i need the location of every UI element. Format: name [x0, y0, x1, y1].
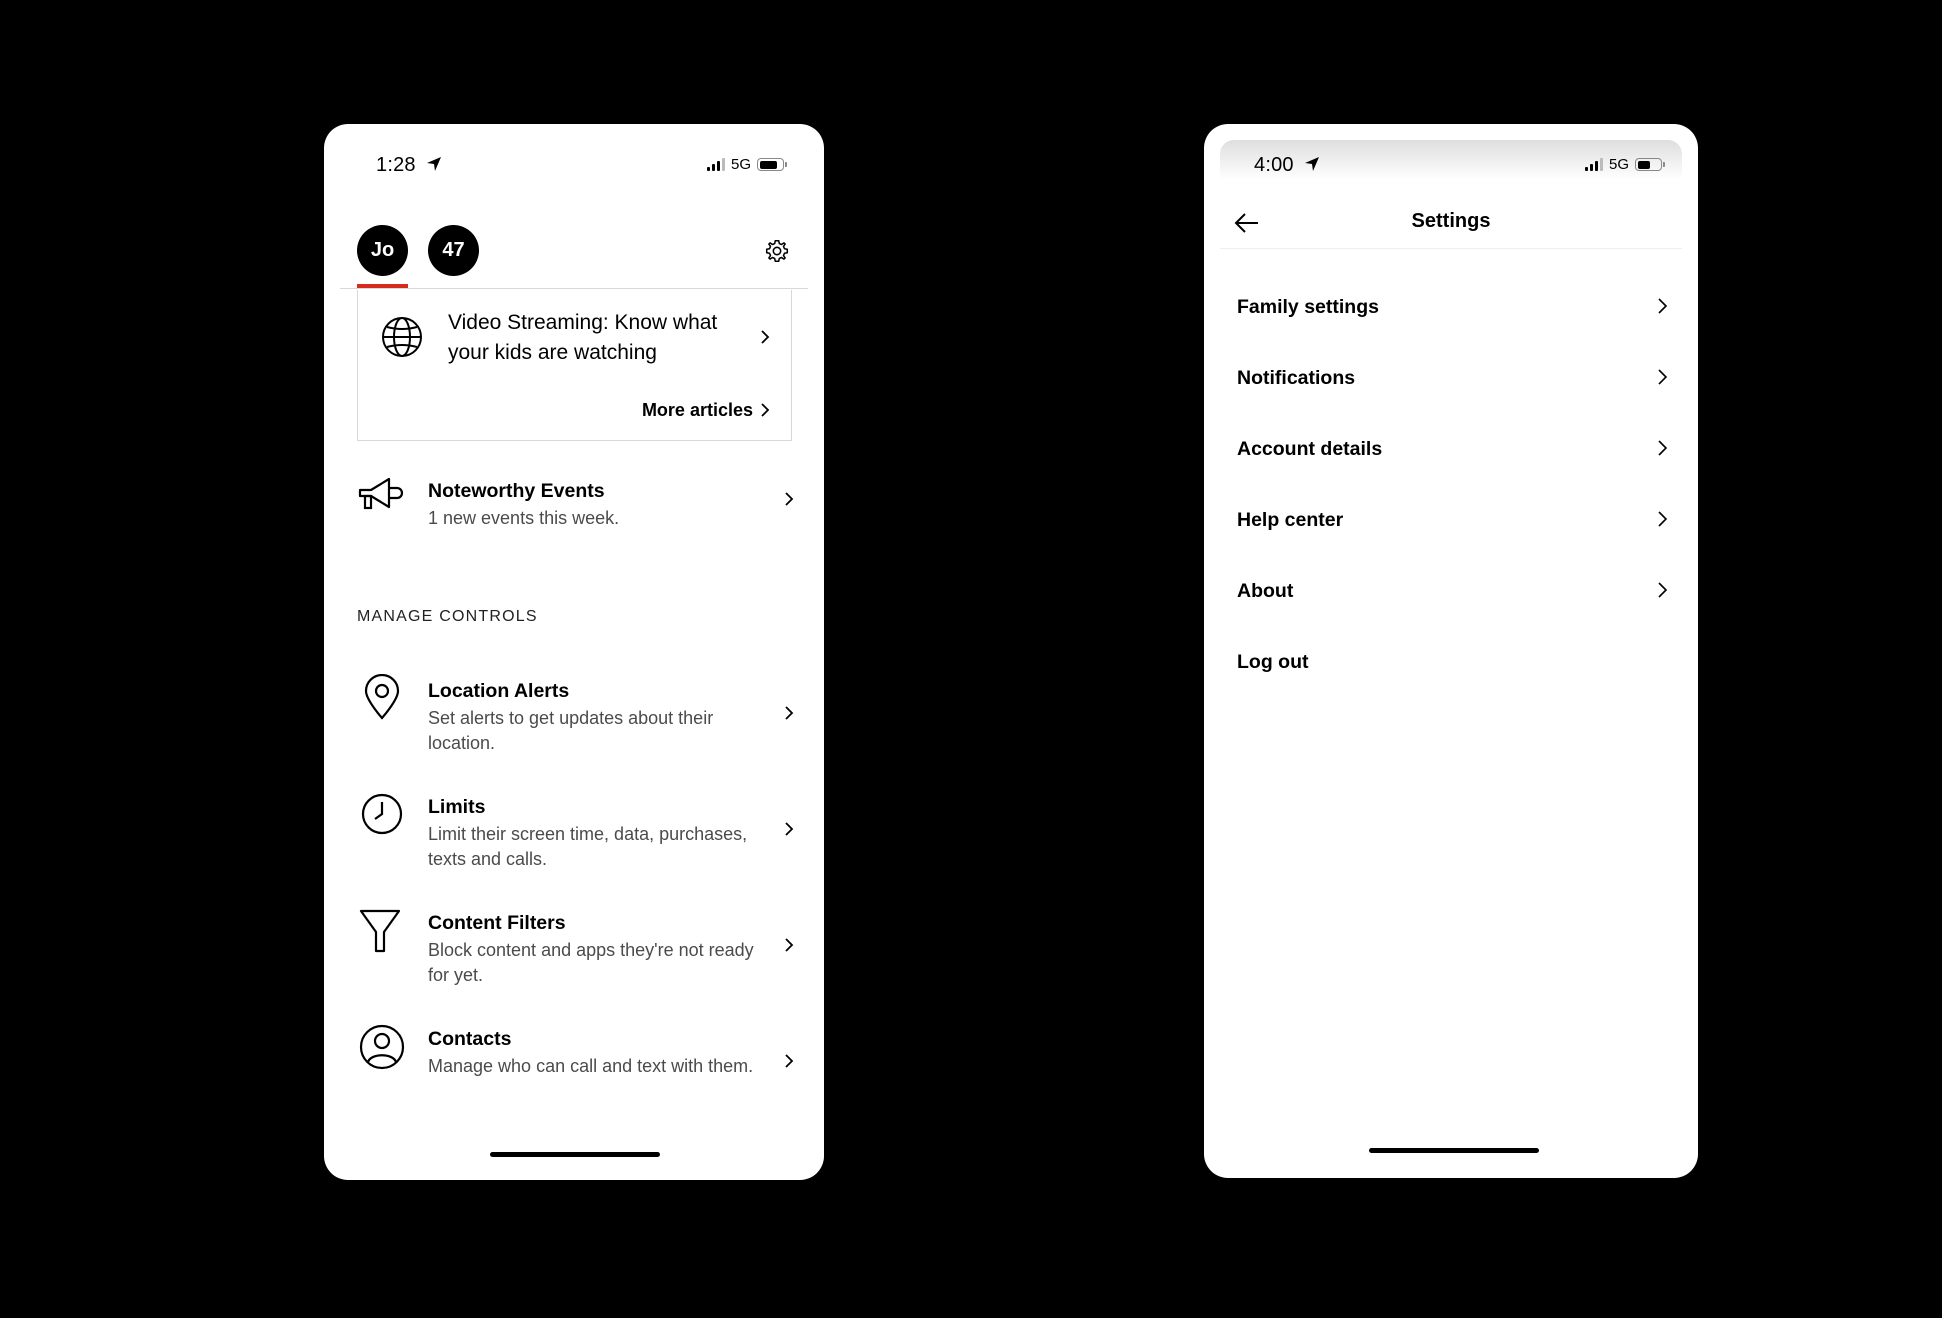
gear-icon[interactable]	[764, 238, 790, 264]
menu-item-family-settings[interactable]: Family settings	[1204, 278, 1698, 338]
profile-tab-jo[interactable]: Jo	[357, 225, 408, 276]
chevron-right-icon	[785, 492, 794, 506]
control-subtitle: Limit their screen time, data, purchases…	[428, 824, 748, 869]
page-title: Settings	[1411, 210, 1491, 232]
control-subtitle: Set alerts to get updates about their lo…	[428, 708, 714, 753]
menu-item-about[interactable]: About	[1204, 562, 1698, 622]
chevron-right-icon	[1658, 440, 1668, 456]
status-bar: 4:00 5G	[1204, 124, 1698, 204]
control-title: Limits	[428, 796, 486, 818]
location-arrow-icon	[1304, 157, 1319, 171]
menu-item-label: About	[1237, 580, 1294, 602]
profile-tab-47[interactable]: 47	[428, 225, 479, 276]
globe-icon	[382, 317, 422, 357]
contact-person-icon	[359, 1024, 405, 1070]
network-type: 5G	[730, 156, 751, 173]
control-subtitle: Block content and apps they're not ready…	[428, 940, 754, 985]
control-subtitle: Manage who can call and text with them.	[428, 1056, 754, 1076]
funnel-icon	[359, 909, 401, 953]
status-indicators: 5G	[706, 156, 787, 173]
profile-tab-label: 47	[442, 239, 465, 261]
status-bar: 1:28 5G	[324, 124, 824, 204]
article-card[interactable]: Video Streaming: Know what your kids are…	[357, 290, 792, 441]
signal-icon	[1584, 158, 1603, 171]
clock-icon	[361, 793, 403, 835]
network-type: 5G	[1608, 156, 1629, 173]
menu-item-label: Log out	[1237, 651, 1309, 673]
profile-tab-label: Jo	[370, 239, 395, 261]
control-title: Location Alerts	[428, 680, 570, 702]
battery-icon	[757, 158, 787, 171]
status-time-text: 4:00	[1254, 154, 1294, 176]
home-indicator[interactable]	[490, 1152, 660, 1157]
menu-item-label: Help center	[1237, 509, 1344, 531]
chevron-right-icon	[1658, 511, 1668, 527]
status-time: 4:00	[1254, 154, 1320, 177]
control-title: Contacts	[428, 1028, 512, 1050]
chevron-right-icon	[1658, 369, 1668, 385]
chevron-right-icon	[761, 403, 770, 417]
location-pin-icon	[364, 674, 400, 720]
signal-icon	[706, 158, 725, 171]
chevron-right-icon	[785, 1054, 794, 1068]
battery-icon	[1635, 158, 1665, 171]
noteworthy-events-title: Noteworthy Events	[428, 480, 605, 502]
chevron-right-icon	[785, 706, 794, 720]
status-indicators: 5G	[1584, 156, 1665, 173]
menu-item-label: Family settings	[1237, 296, 1379, 318]
menu-item-notifications[interactable]: Notifications	[1204, 349, 1698, 409]
status-time-text: 1:28	[376, 154, 416, 176]
megaphone-icon	[358, 477, 404, 510]
section-label: MANAGE CONTROLS	[357, 608, 538, 625]
menu-item-label: Notifications	[1237, 367, 1356, 389]
menu-item-help-center[interactable]: Help center	[1204, 491, 1698, 551]
noteworthy-events-subtitle: 1 new events this week.	[428, 508, 620, 528]
more-articles-link[interactable]: More articles	[642, 400, 753, 421]
home-indicator[interactable]	[1369, 1148, 1539, 1153]
article-title[interactable]: Video Streaming: Know what your kids are…	[448, 308, 738, 368]
phone-screen-dashboard: 1:28 5G Jo 47 Video Streaming: Know what…	[324, 124, 824, 1180]
phone-screen-settings: 4:00 5G Settings Family settings Notific…	[1204, 124, 1698, 1178]
chevron-right-icon	[785, 822, 794, 836]
menu-item-log-out[interactable]: Log out	[1204, 633, 1698, 693]
status-time: 1:28	[376, 154, 442, 177]
chevron-right-icon	[785, 938, 794, 952]
tab-divider	[340, 288, 808, 289]
location-arrow-icon	[426, 157, 441, 171]
menu-item-account-details[interactable]: Account details	[1204, 420, 1698, 480]
control-title: Content Filters	[428, 912, 566, 934]
header-divider	[1220, 248, 1682, 249]
chevron-right-icon	[1658, 298, 1668, 314]
menu-item-label: Account details	[1237, 438, 1383, 460]
chevron-right-icon	[1658, 582, 1668, 598]
chevron-right-icon	[761, 330, 770, 344]
